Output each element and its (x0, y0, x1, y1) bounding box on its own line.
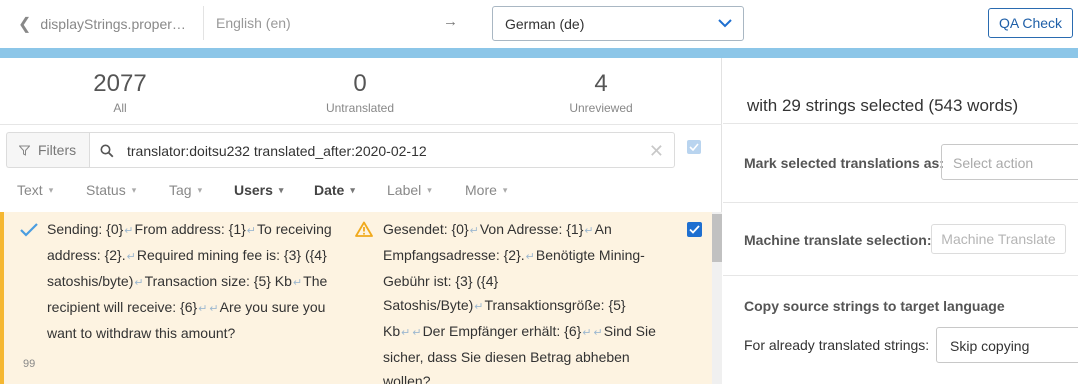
chevron-down-icon (718, 19, 732, 28)
chevron-left-icon: ❮ (18, 16, 32, 33)
chevron-down-icon: ▾ (197, 185, 203, 195)
bulk-actions-panel: with 29 strings selected (543 words) Mar… (723, 58, 1078, 384)
target-language-select[interactable]: German (de) (492, 6, 744, 41)
mark-action-select[interactable]: Select action (941, 144, 1078, 180)
stat-all[interactable]: 2077 All (0, 70, 240, 115)
facet-label: More (465, 182, 497, 198)
row-number: 99 (23, 358, 36, 370)
qa-check-button[interactable]: QA Check (988, 8, 1073, 38)
chevron-down-icon: ▾ (350, 185, 355, 195)
source-string[interactable]: Sending: {0}↵From address: {1}↵To receiv… (47, 217, 337, 345)
divider (723, 202, 1078, 203)
chevron-down-icon: ▾ (131, 185, 137, 195)
facet-label: Date (314, 182, 345, 198)
file-name: displayStrings.proper… (40, 16, 186, 32)
return-icon: ↵ (474, 301, 484, 313)
source-segment: Sending: {0} (47, 221, 124, 237)
facet-label-filter[interactable]: Label ▾ (387, 182, 432, 198)
chevron-down-icon: ▾ (278, 185, 284, 195)
return-icon: ↵ (209, 303, 219, 315)
facet-tag[interactable]: Tag ▾ (169, 182, 202, 198)
arrow-right-icon: → (443, 13, 458, 30)
facet-label: Users (234, 182, 273, 198)
return-icon: ↵ (292, 277, 303, 289)
return-icon: ↵ (582, 327, 592, 339)
copy-mode-select[interactable]: Skip copying (936, 327, 1078, 363)
facet-label: Status (86, 182, 126, 198)
stat-count: 0 (353, 70, 367, 97)
row-checkbox[interactable] (687, 222, 702, 237)
return-icon: ↵ (124, 225, 134, 237)
checkmark-icon (20, 223, 38, 237)
stat-label: All (113, 101, 127, 115)
facet-label: Label (387, 182, 422, 198)
facet-status[interactable]: Status ▾ (86, 182, 136, 198)
mark-action-placeholder: Select action (953, 155, 1034, 171)
facet-date[interactable]: Date ▾ (314, 182, 355, 198)
search-input[interactable]: translator:doitsu232 translated_after:20… (89, 132, 675, 168)
funnel-icon (19, 145, 30, 156)
warning-icon[interactable] (355, 221, 373, 237)
return-icon: ↵ (198, 303, 208, 315)
copy-label: For already translated strings: (744, 337, 930, 353)
target-language-value: German (de) (505, 16, 585, 32)
chevron-down-icon: ▾ (502, 185, 508, 195)
facet-label: Text (17, 182, 43, 198)
scrollbar[interactable] (712, 212, 722, 384)
return-icon: ↵ (246, 225, 257, 237)
target-segment: Gesendet: {0} (383, 221, 469, 237)
facet-text[interactable]: Text ▾ (17, 182, 53, 198)
chevron-down-icon: ▾ (427, 185, 432, 195)
source-segment: Transaction size: {5} Kb (144, 273, 292, 289)
selection-title: with 29 strings selected (543 words) (747, 96, 1019, 115)
divider (203, 6, 204, 40)
select-all-checkbox[interactable] (687, 140, 701, 154)
search-icon (100, 144, 114, 158)
strings-pane: 2077 All 0 Untranslated 4 Unreviewed Fil… (0, 58, 722, 384)
chevron-down-icon: ▾ (48, 185, 54, 195)
filters-label: Filters (38, 142, 77, 158)
source-segment: From address: {1} (134, 221, 246, 237)
mark-label: Mark selected translations as: (744, 155, 944, 171)
return-icon: ↵ (584, 225, 594, 237)
machine-translate-label: Machine translate selection: (744, 232, 932, 248)
facet-users[interactable]: Users ▾ (234, 182, 283, 198)
divider (0, 124, 722, 125)
facet-label: Tag (169, 182, 192, 198)
target-segment: Der Empfänger erhält: {6} (422, 323, 582, 339)
checkmark-icon (689, 225, 700, 234)
copy-mode-value: Skip copying (950, 338, 1030, 354)
stat-count: 2077 (93, 70, 147, 97)
facet-more[interactable]: More ▾ (465, 182, 507, 198)
checkmark-icon (689, 143, 699, 151)
machine-translate-button[interactable]: Machine Translate (931, 224, 1066, 254)
string-row[interactable]: Sending: {0}↵From address: {1}↵To receiv… (0, 212, 712, 384)
return-icon: ↵ (412, 327, 422, 339)
return-icon: ↵ (469, 225, 479, 237)
back-link[interactable]: ❮ displayStrings.proper… (18, 14, 186, 34)
progress-strip (0, 48, 1078, 58)
return-icon: ↵ (525, 251, 535, 263)
copy-heading: Copy source strings to target language (744, 298, 1005, 314)
stat-label: Unreviewed (569, 101, 633, 115)
target-segment: Von Adresse: {1} (479, 221, 584, 237)
stat-untranslated[interactable]: 0 Untranslated (240, 70, 480, 115)
return-icon: ↵ (126, 251, 136, 263)
search-query: translator:doitsu232 translated_after:20… (127, 143, 427, 159)
return-icon: ↵ (401, 327, 411, 339)
stat-unreviewed[interactable]: 4 Unreviewed (481, 70, 721, 115)
divider (723, 123, 1078, 124)
top-bar: ❮ displayStrings.proper… English (en) → … (0, 0, 1078, 48)
stat-count: 4 (594, 70, 608, 97)
return-icon: ↵ (593, 327, 603, 339)
divider (723, 275, 1078, 276)
translation-string[interactable]: Gesendet: {0}↵Von Adresse: {1}↵An Empfan… (383, 217, 677, 384)
scrollbar-thumb[interactable] (712, 214, 722, 262)
source-language: English (en) (216, 15, 291, 31)
stat-label: Untranslated (325, 101, 395, 115)
filters-button[interactable]: Filters (6, 132, 90, 168)
return-icon: ↵ (134, 277, 144, 289)
close-icon[interactable]: ✕ (649, 141, 664, 162)
